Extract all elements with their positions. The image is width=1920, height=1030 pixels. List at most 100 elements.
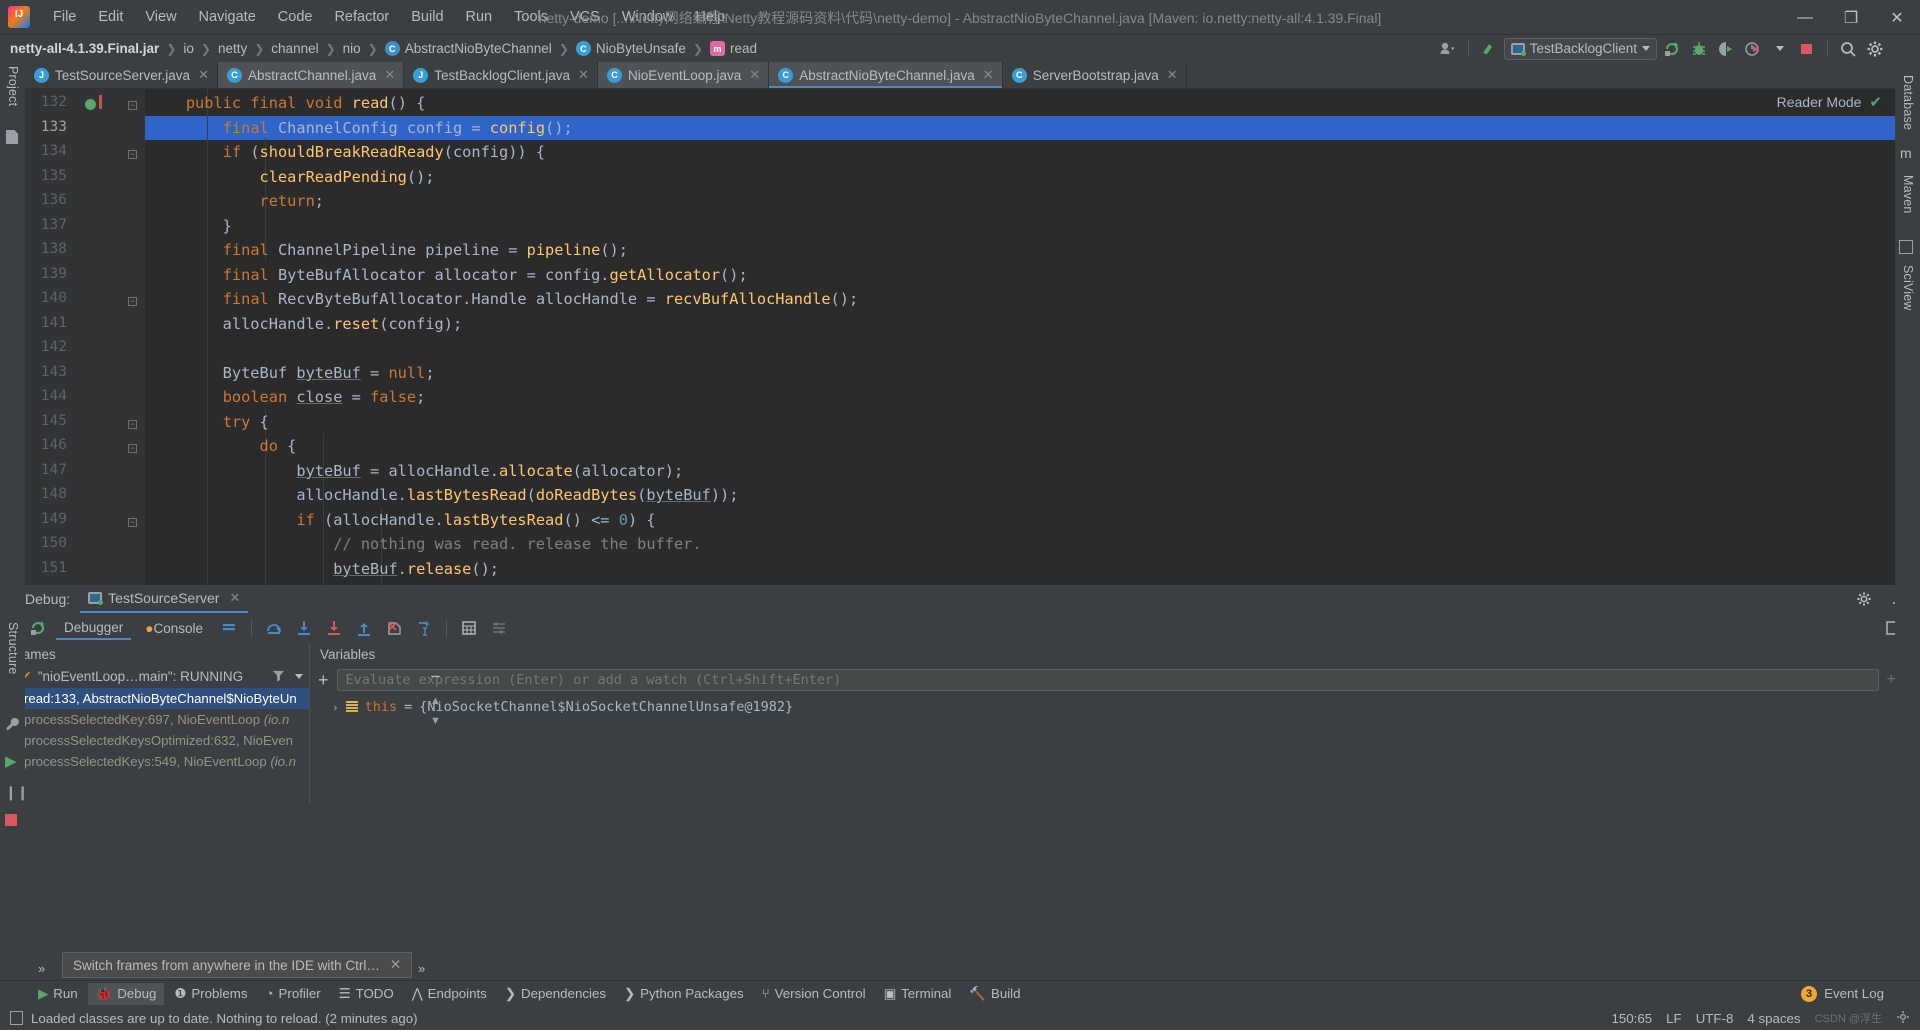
- caret-position[interactable]: 150:65: [1611, 1011, 1652, 1026]
- code-fold-icon[interactable]: −: [128, 101, 137, 110]
- line-number[interactable]: 146: [27, 437, 67, 453]
- chevron-down-icon[interactable]: [295, 674, 303, 679]
- wrench-icon[interactable]: [5, 717, 20, 737]
- step-over-icon[interactable]: [262, 617, 286, 640]
- bottom-tab-todo[interactable]: ☰ TODO: [331, 983, 402, 1005]
- bottom-tab-profiler[interactable]: ◔ Profiler: [257, 983, 328, 1004]
- sidebar-item-sciview[interactable]: SciView: [1901, 265, 1915, 311]
- code-fold-icon[interactable]: −: [128, 420, 137, 429]
- line-number[interactable]: 139: [27, 266, 67, 282]
- filter-icon[interactable]: [272, 669, 285, 685]
- tab-testsourceserver[interactable]: J TestSourceServer.java ✕: [25, 62, 218, 88]
- profiler-icon[interactable]: [1741, 37, 1765, 60]
- debug-tab-console[interactable]: ●Console: [137, 618, 211, 639]
- close-button[interactable]: ✕: [1874, 0, 1920, 35]
- bottom-tab-problems[interactable]: ❶ Problems: [166, 983, 255, 1005]
- menu-help[interactable]: Help: [684, 5, 736, 29]
- chevron-down-icon[interactable]: [1768, 37, 1792, 60]
- close-icon[interactable]: ✕: [749, 67, 760, 83]
- bottom-tab-dependencies[interactable]: ❯ Dependencies: [497, 983, 614, 1005]
- expand-variables-icon[interactable]: »: [418, 961, 425, 976]
- code-line[interactable]: do {: [149, 437, 297, 455]
- line-number[interactable]: 151: [27, 560, 67, 576]
- expand-frames-icon[interactable]: »: [38, 961, 45, 976]
- event-log-label[interactable]: Event Log: [1824, 986, 1884, 1001]
- menu-build[interactable]: Build: [400, 5, 454, 29]
- tab-abstractniobytechannel[interactable]: C AbstractNioByteChannel.java ✕: [769, 62, 1003, 88]
- run-to-cursor-icon[interactable]: [412, 617, 436, 640]
- user-avatar-icon[interactable]: [1436, 37, 1460, 60]
- code-line[interactable]: if (shouldBreakReadReady(config)) {: [149, 143, 545, 161]
- close-icon[interactable]: ✕: [1167, 67, 1178, 83]
- code-line[interactable]: if (allocHandle.lastBytesRead() <= 0) {: [149, 511, 655, 529]
- minimize-button[interactable]: —: [1782, 0, 1828, 35]
- line-number[interactable]: 134: [27, 143, 67, 159]
- stop-program-icon[interactable]: [5, 814, 17, 826]
- line-number[interactable]: 142: [27, 339, 67, 355]
- pause-program-icon[interactable]: ❙❙: [5, 784, 28, 801]
- breadcrumb-item-class[interactable]: C AbstractNioByteChannel: [384, 41, 552, 56]
- breadcrumb-item-jar[interactable]: netty-all-4.1.39.Final.jar: [10, 41, 159, 56]
- updates-arrow-icon[interactable]: [1477, 37, 1501, 60]
- settings-layout-icon[interactable]: [487, 617, 511, 640]
- drop-frame-icon[interactable]: [382, 617, 406, 640]
- code-line[interactable]: try {: [149, 413, 269, 431]
- breakpoint-icon[interactable]: [85, 99, 96, 110]
- code-fold-icon[interactable]: −: [128, 150, 137, 159]
- debug-icon[interactable]: [1687, 37, 1711, 60]
- line-number[interactable]: 132: [27, 94, 67, 110]
- code-line[interactable]: final RecvByteBufAllocator.Handle allocH…: [149, 290, 859, 308]
- sidebar-item-project[interactable]: Project: [6, 66, 20, 106]
- debug-session-tab[interactable]: TestSourceServer ✕: [80, 586, 249, 613]
- variable-row[interactable]: › this = {NioSocketChannel$NioSocketChan…: [310, 695, 1920, 719]
- stop-icon[interactable]: [1795, 37, 1819, 60]
- line-number[interactable]: 150: [27, 535, 67, 551]
- line-number[interactable]: 135: [27, 168, 67, 184]
- line-number[interactable]: 147: [27, 462, 67, 478]
- menu-tools[interactable]: Tools: [503, 5, 559, 29]
- tab-testbacklogclient[interactable]: J TestBacklogClient.java ✕: [404, 62, 598, 88]
- frame-row-selected[interactable]: read:133, AbstractNioByteChannel$NioByte…: [0, 688, 309, 709]
- sidebar-item-structure[interactable]: Structure: [6, 622, 20, 675]
- thread-row[interactable]: ✔ "nioEventLoop…main": RUNNING: [0, 665, 309, 688]
- menu-vcs[interactable]: VCS: [559, 5, 611, 29]
- project-files-icon[interactable]: [6, 130, 18, 144]
- bottom-tab-debug[interactable]: 🐞 Debug: [87, 982, 165, 1005]
- code-line[interactable]: public final void read() {: [149, 94, 426, 112]
- tab-nioeventloop[interactable]: C NioEventLoop.java ✕: [597, 62, 770, 88]
- code-fold-icon[interactable]: −: [128, 444, 137, 453]
- line-number[interactable]: 136: [27, 192, 67, 208]
- tab-abstractchannel[interactable]: C AbstractChannel.java ✕: [217, 62, 405, 88]
- frame-row[interactable]: processSelectedKeysOptimized:632, NioEve…: [0, 730, 309, 751]
- force-step-into-icon[interactable]: [322, 617, 346, 640]
- line-number[interactable]: 133: [27, 119, 67, 135]
- menu-run[interactable]: Run: [455, 5, 504, 29]
- frame-row[interactable]: processSelectedKeys:549, NioEventLoop (i…: [0, 751, 309, 772]
- close-icon[interactable]: ✕: [983, 67, 994, 83]
- code-line[interactable]: byteBuf.release();: [149, 560, 499, 578]
- breadcrumb-item-io[interactable]: io: [183, 41, 194, 56]
- close-icon[interactable]: ✕: [198, 67, 209, 83]
- sidebar-item-database[interactable]: Database: [1901, 75, 1915, 130]
- line-number[interactable]: 143: [27, 364, 67, 380]
- settings-gear-icon[interactable]: [1896, 1010, 1910, 1027]
- code-line[interactable]: // nothing was read. release the buffer.: [149, 535, 701, 553]
- line-number[interactable]: 137: [27, 217, 67, 233]
- code-line[interactable]: }: [149, 217, 232, 235]
- code-fold-icon[interactable]: −: [128, 297, 137, 306]
- reader-mode-toggle[interactable]: Reader Mode ✔: [1777, 93, 1882, 111]
- remove-watch-icon[interactable]: −: [430, 667, 440, 687]
- add-watch-icon[interactable]: +: [318, 670, 329, 691]
- coverage-icon[interactable]: [1714, 37, 1738, 60]
- rerun-debug-icon[interactable]: [26, 617, 50, 640]
- code-line[interactable]: final ChannelConfig config = config();: [149, 119, 573, 137]
- step-into-icon[interactable]: [292, 617, 316, 640]
- menu-view[interactable]: View: [134, 5, 187, 29]
- menu-window[interactable]: Window: [611, 5, 685, 29]
- frame-row[interactable]: processSelectedKey:697, NioEventLoop (io…: [0, 709, 309, 730]
- code-line[interactable]: ByteBuf byteBuf = null;: [149, 364, 435, 382]
- menu-edit[interactable]: Edit: [87, 5, 134, 29]
- menu-refactor[interactable]: Refactor: [323, 5, 400, 29]
- breadcrumb-item-channel[interactable]: channel: [271, 41, 318, 56]
- line-number[interactable]: 149: [27, 511, 67, 527]
